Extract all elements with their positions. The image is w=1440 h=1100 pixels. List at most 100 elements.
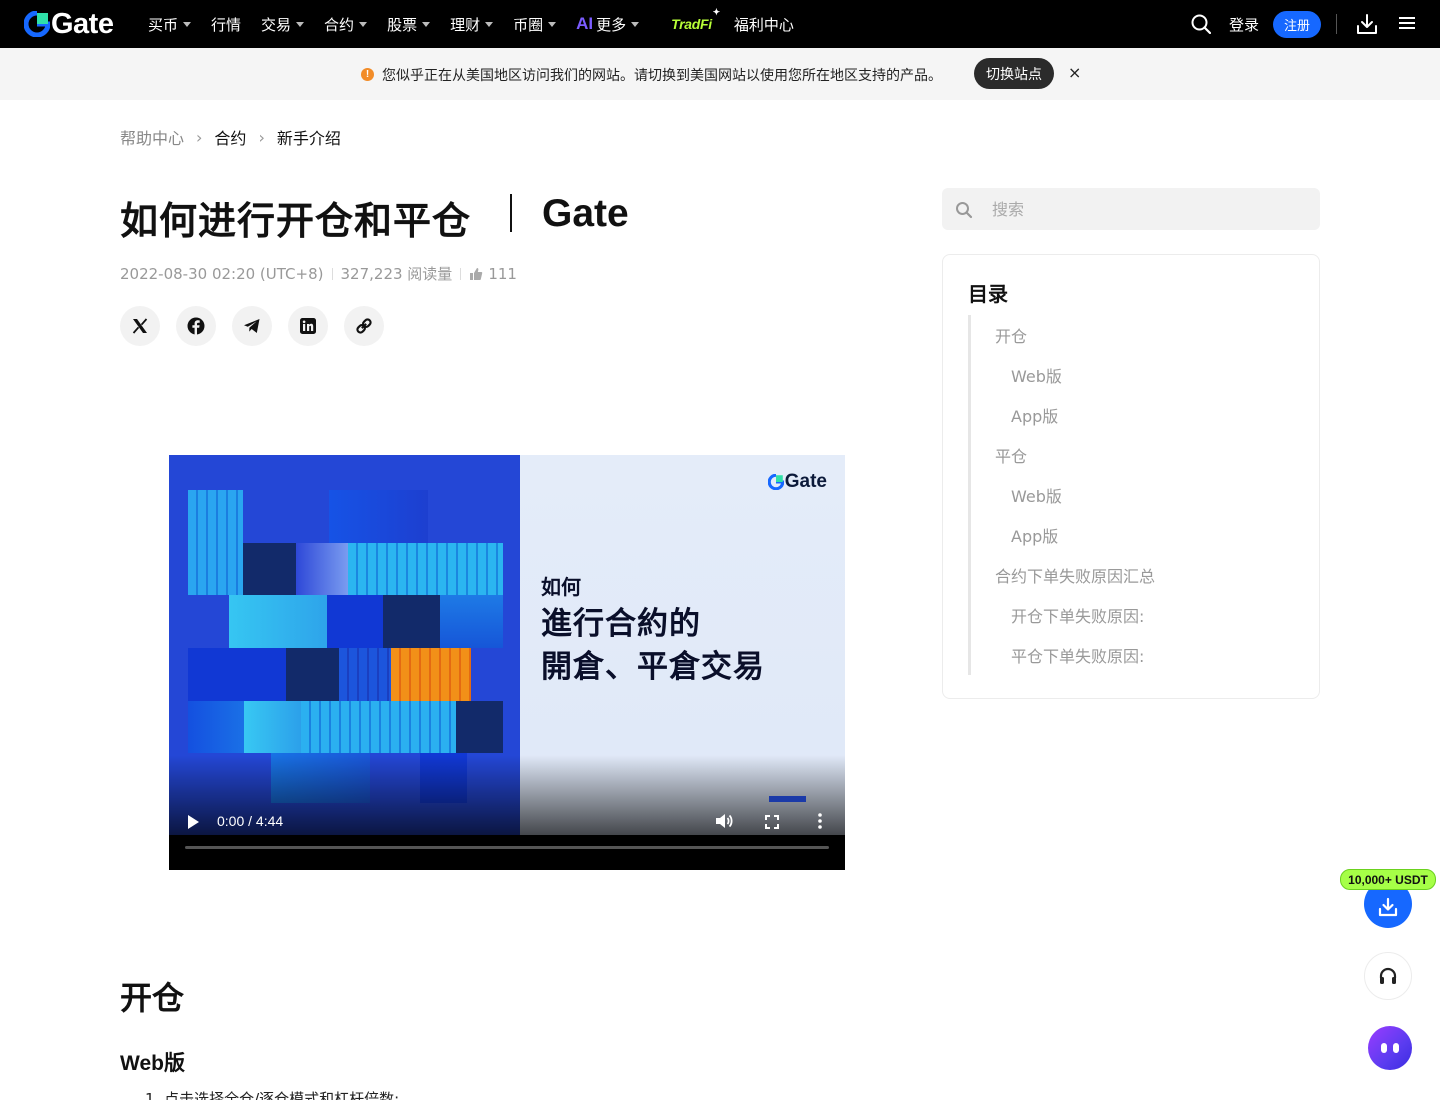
switch-site-button[interactable]: 切换站点 [974,58,1054,89]
customer-support-button[interactable] [1364,952,1412,1000]
article-meta: 2022-08-30 02:20 (UTC+8) 327,223 阅读量 111 [120,263,517,284]
warning-icon: ! [361,68,374,81]
nav-label: 买币 [148,15,179,34]
chevron-right-icon: › [258,127,265,147]
toc-item-close-web[interactable]: Web版 [1011,483,1062,507]
toc-item-open-app[interactable]: App版 [1011,403,1058,427]
search-icon [956,202,973,219]
read-count: 327,223 阅读量 [340,265,453,283]
nav-item-welfare-center[interactable]: 福利中心 [734,0,794,48]
toc-item-order-failure-summary[interactable]: 合约下单失败原因汇总 [995,563,1155,587]
mosaic-tile [229,595,327,648]
nav-label: 福利中心 [733,15,794,34]
help-search-box [942,188,1320,230]
more-options-icon[interactable] [818,813,822,833]
like-count: 111 [488,264,517,283]
gate-logo[interactable]: Gate [24,8,114,40]
nav-label: 股票 [387,15,418,34]
nav-item-futures[interactable]: 合约 [324,0,368,48]
toc-track [968,315,971,675]
video-headline-line1: 進行合約的 [541,606,701,642]
toc-item-open-web[interactable]: Web版 [1011,363,1062,387]
mosaic-tile [244,701,301,753]
breadcrumb-beginner-guide[interactable]: 新手介绍 [277,125,341,149]
breadcrumb-help-center[interactable]: 帮助中心 [120,125,184,149]
video-player[interactable]: Gate 如何 進行合約的 開倉、平倉交易 0:00 / 4:44 [169,455,845,870]
mosaic-tile [188,648,286,701]
gate-logo-icon [767,474,784,490]
toc-item-close-position[interactable]: 平仓 [995,443,1027,467]
notice-text: 您似乎正在从美国地区访问我们的网站。请切换到美国网站以使用您所在地区支持的产品。 [382,68,942,84]
meta-divider [460,267,462,280]
nav-item-trade[interactable]: 交易 [261,0,305,48]
nav-item-community[interactable]: 币圈 [513,0,557,48]
thumbs-up-icon[interactable] [469,267,483,281]
reward-badge[interactable]: 10,000+ USDT [1340,869,1436,890]
nav-item-buy-crypto[interactable]: 买币 [148,0,192,48]
register-button[interactable]: 注册 [1273,11,1321,38]
caret-down-icon [359,22,368,27]
mosaic-tile [348,543,503,595]
toc-item-close-app[interactable]: App版 [1011,523,1058,547]
video-progress-track[interactable] [185,846,829,849]
search-input[interactable] [982,188,1302,230]
page-title: 如何进行开仓和平仓 [120,199,472,243]
bot-eye-icon [1393,1043,1399,1053]
chevron-right-icon: › [196,127,203,147]
search-icon[interactable] [1191,14,1212,38]
link-icon[interactable] [344,306,384,346]
mosaic-tile [339,648,391,701]
linkedin-icon[interactable] [288,306,328,346]
mosaic-tile [383,595,440,648]
caret-down-icon [296,22,305,27]
nav-item-stocks[interactable]: 股票 [387,0,431,48]
mosaic-tile [243,543,296,595]
share-buttons [120,306,400,346]
x-icon[interactable] [120,306,160,346]
breadcrumb-futures[interactable]: 合约 [214,125,246,149]
publish-date: 2022-08-30 02:20 (UTC+8) [120,264,324,283]
tradfi-link[interactable]: TradFi ✦ [671,7,720,32]
ai-assistant-button[interactable] [1368,1026,1412,1070]
mosaic-tile [391,648,471,701]
close-icon[interactable]: × [1068,63,1081,82]
mosaic-tile [188,701,244,753]
tradfi-label: TradFi [671,16,712,32]
toc-item-close-failure-reasons[interactable]: 平仓下单失败原因: [1011,643,1144,667]
nav-label: 更多 [596,15,627,34]
nav-item-markets[interactable]: 行情 [211,0,241,48]
video-headline-line2: 開倉、平倉交易 [541,649,765,685]
mosaic-tile [327,595,383,648]
login-link[interactable]: 登录 [1229,14,1259,35]
toc-title: 目录 [968,282,1008,306]
volume-icon[interactable] [715,812,733,834]
telegram-icon[interactable] [232,306,272,346]
mosaic-tile [440,595,503,648]
subsection-heading-web: Web版 [120,1052,185,1075]
nav-item-earn[interactable]: 理财 [450,0,494,48]
facebook-icon[interactable] [176,306,216,346]
section-heading-open-position: 开仓 [120,979,185,1017]
mosaic-tile [296,543,348,595]
caret-down-icon [548,22,557,27]
nav-item-more[interactable]: AI 更多 [576,0,640,48]
mosaic-tile [286,648,339,701]
top-navigation-bar: Gate 买币 行情 交易 合约 股票 理财 币圈 AI 更多 TradFi ✦ 福… [0,0,1440,48]
play-icon[interactable] [187,814,199,833]
mosaic-tile [301,701,456,753]
sparkle-icon: ✦ [712,7,721,17]
bot-eye-icon [1381,1043,1387,1053]
region-notice-bar: ! 您似乎正在从美国地区访问我们的网站。请切换到美国网站以使用您所在地区支持的产… [0,48,1440,100]
fullscreen-icon[interactable] [765,814,779,833]
nav-label: 合约 [324,15,355,34]
toc-item-open-failure-reasons[interactable]: 开仓下单失败原因: [1011,603,1144,627]
title-brand: Gate [542,192,629,235]
nav-label: 币圈 [513,15,544,34]
toc-item-open-position[interactable]: 开仓 [995,323,1027,347]
download-icon[interactable] [1356,13,1378,39]
video-subtitle: 如何 [541,575,581,599]
video-logo-text: Gate [784,471,827,492]
caret-down-icon [422,22,431,27]
hamburger-menu-icon[interactable] [1398,15,1416,35]
video-headline: 進行合約的 開倉、平倉交易 [541,603,765,689]
